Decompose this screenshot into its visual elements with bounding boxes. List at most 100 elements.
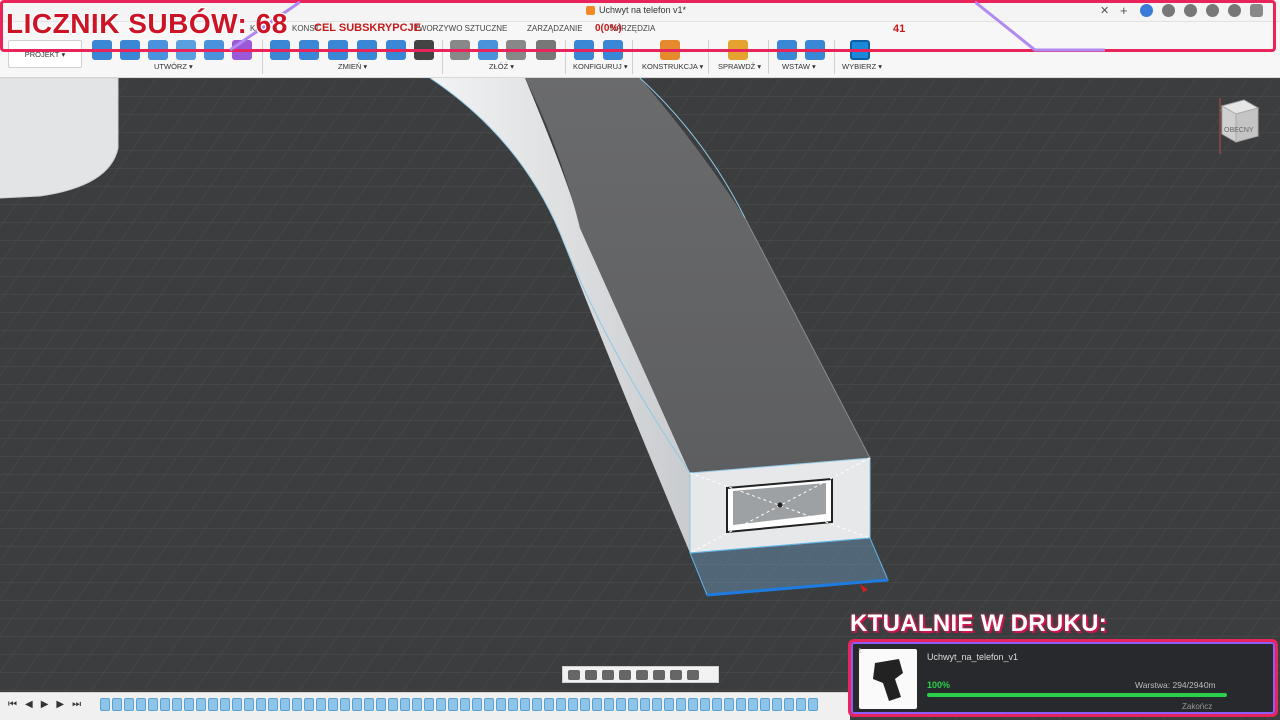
timeline-feature[interactable] bbox=[436, 698, 446, 711]
timeline-feature[interactable] bbox=[472, 698, 482, 711]
timeline-feature[interactable] bbox=[148, 698, 158, 711]
group-zloz[interactable]: ZŁÓŻ ▾ bbox=[489, 62, 514, 71]
timeline-feature[interactable] bbox=[184, 698, 194, 711]
timeline-feature[interactable] bbox=[376, 698, 386, 711]
group-sprawdz[interactable]: SPRAWDŹ ▾ bbox=[718, 62, 761, 71]
timeline-feature[interactable] bbox=[772, 698, 782, 711]
insert-image-icon[interactable] bbox=[805, 40, 825, 60]
new-tab-icon[interactable]: + bbox=[1120, 3, 1128, 18]
timeline-feature[interactable] bbox=[544, 698, 554, 711]
group-konstrukcja[interactable]: KONSTRUKCJA ▾ bbox=[642, 62, 703, 71]
timeline-feature[interactable] bbox=[400, 698, 410, 711]
timeline-feature[interactable] bbox=[460, 698, 470, 711]
project-button[interactable]: PROJEKT ▾ bbox=[8, 40, 82, 68]
avatar[interactable] bbox=[1250, 4, 1263, 17]
group-utworz[interactable]: UTWÓRZ ▾ bbox=[154, 62, 193, 71]
revolve-icon[interactable] bbox=[148, 40, 168, 60]
timeline-feature[interactable] bbox=[388, 698, 398, 711]
insert-derive-icon[interactable] bbox=[777, 40, 797, 60]
measure-icon[interactable] bbox=[728, 40, 748, 60]
timeline-feature[interactable] bbox=[316, 698, 326, 711]
timeline-feature[interactable] bbox=[328, 698, 338, 711]
timeline-feature[interactable] bbox=[796, 698, 806, 711]
timeline-feature[interactable] bbox=[784, 698, 794, 711]
timeline-feature[interactable] bbox=[496, 698, 506, 711]
offset-plane-icon[interactable] bbox=[660, 40, 680, 60]
timeline-feature[interactable] bbox=[208, 698, 218, 711]
timeline-feature[interactable] bbox=[760, 698, 770, 711]
timeline-feature[interactable] bbox=[652, 698, 662, 711]
job-status-icon[interactable] bbox=[1162, 4, 1175, 17]
timeline-feature[interactable] bbox=[412, 698, 422, 711]
go-to-start-icon[interactable]: ⏮ bbox=[8, 699, 17, 710]
timeline-feature[interactable] bbox=[664, 698, 674, 711]
timeline-feature[interactable] bbox=[268, 698, 278, 711]
step-forward-icon[interactable]: ▶ bbox=[56, 699, 64, 710]
timeline-feature[interactable] bbox=[364, 698, 374, 711]
timeline-feature[interactable] bbox=[580, 698, 590, 711]
timeline-feature[interactable] bbox=[556, 698, 566, 711]
orbit-icon[interactable] bbox=[568, 669, 580, 680]
tab-tworzywo[interactable]: TWORZYWO SZTUCZNE bbox=[414, 24, 507, 33]
as-built-joint-icon[interactable] bbox=[506, 40, 526, 60]
select-icon[interactable] bbox=[850, 40, 870, 60]
tab-zarzadzanie[interactable]: ZARZĄDZANIE bbox=[527, 24, 583, 33]
timeline-feature[interactable] bbox=[448, 698, 458, 711]
grid-settings-icon[interactable] bbox=[670, 669, 682, 680]
look-at-icon[interactable] bbox=[585, 669, 597, 680]
timeline-feature[interactable] bbox=[352, 698, 362, 711]
move-icon[interactable] bbox=[414, 40, 434, 60]
online-icon[interactable] bbox=[1184, 4, 1197, 17]
fit-icon[interactable] bbox=[636, 669, 648, 680]
create-sketch-icon[interactable] bbox=[92, 40, 112, 60]
timeline-feature[interactable] bbox=[112, 698, 122, 711]
timeline-feature[interactable] bbox=[748, 698, 758, 711]
viewports-icon[interactable] bbox=[687, 669, 699, 680]
extensions-icon[interactable] bbox=[1140, 4, 1153, 17]
timeline-feature[interactable] bbox=[304, 698, 314, 711]
timeline-feature[interactable] bbox=[592, 698, 602, 711]
timeline-feature[interactable] bbox=[724, 698, 734, 711]
timeline-feature[interactable] bbox=[676, 698, 686, 711]
shell-icon[interactable] bbox=[328, 40, 348, 60]
timeline-feature[interactable] bbox=[628, 698, 638, 711]
timeline-feature[interactable] bbox=[100, 698, 110, 711]
timeline-feature[interactable] bbox=[292, 698, 302, 711]
group-zmien[interactable]: ZMIEŃ ▾ bbox=[338, 62, 367, 71]
configure-icon[interactable] bbox=[574, 40, 594, 60]
timeline-feature[interactable] bbox=[532, 698, 542, 711]
timeline-feature[interactable] bbox=[424, 698, 434, 711]
timeline-feature[interactable] bbox=[736, 698, 746, 711]
timeline-feature[interactable] bbox=[484, 698, 494, 711]
timeline-feature[interactable] bbox=[640, 698, 650, 711]
timeline-feature[interactable] bbox=[136, 698, 146, 711]
group-wstaw[interactable]: WSTAW ▾ bbox=[782, 62, 816, 71]
timeline-feature[interactable] bbox=[280, 698, 290, 711]
group-wybierz[interactable]: WYBIERZ ▾ bbox=[842, 62, 882, 71]
timeline-feature[interactable] bbox=[700, 698, 710, 711]
sweep-icon[interactable] bbox=[176, 40, 196, 60]
help-icon[interactable] bbox=[1228, 4, 1241, 17]
timeline-feature[interactable] bbox=[220, 698, 230, 711]
timeline-feature[interactable] bbox=[160, 698, 170, 711]
table-icon[interactable] bbox=[536, 40, 556, 60]
timeline-feature[interactable] bbox=[340, 698, 350, 711]
timeline-feature[interactable] bbox=[712, 698, 722, 711]
timeline-feature[interactable] bbox=[124, 698, 134, 711]
extrude-icon[interactable] bbox=[120, 40, 140, 60]
timeline-feature[interactable] bbox=[808, 698, 818, 711]
step-back-icon[interactable]: ◀ bbox=[25, 699, 33, 710]
display-settings-icon[interactable] bbox=[653, 669, 665, 680]
timeline-feature[interactable] bbox=[172, 698, 182, 711]
timeline-feature[interactable] bbox=[520, 698, 530, 711]
split-icon[interactable] bbox=[386, 40, 406, 60]
group-konfiguruj[interactable]: KONFIGURUJ ▾ bbox=[573, 62, 628, 71]
play-icon[interactable]: ▶ bbox=[41, 699, 49, 710]
viewcube[interactable]: OBECNY bbox=[1214, 96, 1264, 156]
configure-table-icon[interactable] bbox=[603, 40, 623, 60]
timeline-feature[interactable] bbox=[196, 698, 206, 711]
joint-icon[interactable] bbox=[450, 40, 470, 60]
timeline-feature[interactable] bbox=[616, 698, 626, 711]
go-to-end-icon[interactable]: ⏭ bbox=[72, 699, 81, 710]
notifications-icon[interactable] bbox=[1206, 4, 1219, 17]
